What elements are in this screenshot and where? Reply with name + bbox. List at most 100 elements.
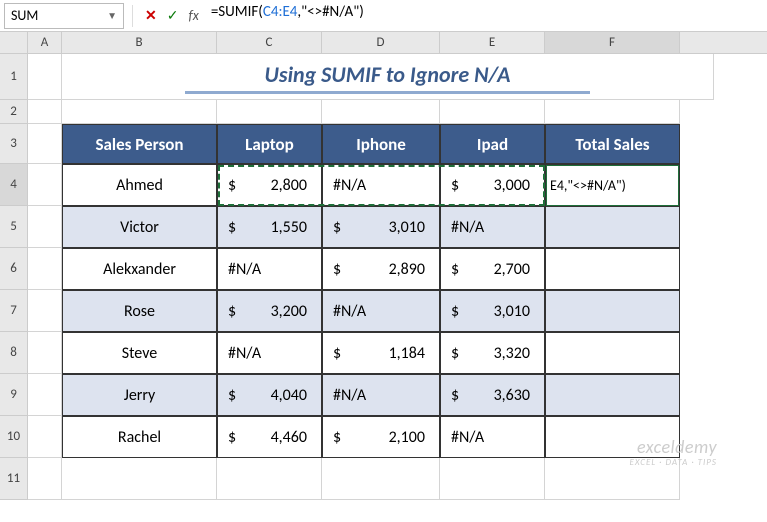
cell-iphone-7[interactable]: #N/A [322,290,440,332]
formula-range-ref: C4:E4 [263,3,298,21]
chevron-down-icon[interactable]: ▼ [107,9,117,22]
cell-D11[interactable] [322,458,440,500]
row-header-4[interactable]: 4 [0,164,27,206]
formula-text-prefix: =SUMIF( [211,3,263,21]
cell-C11[interactable] [217,458,322,500]
formula-input[interactable]: =SUMIF(C4:E4,"<>#N/A") [203,3,767,29]
table-row: Jerry$4,040#N/A$3,630 [28,374,767,416]
cell-ipad-6[interactable]: $2,700 [440,248,545,290]
watermark: exceldemy EXCEL · DATA · TIPS [629,438,717,468]
cell-laptop-5[interactable]: $1,550 [217,206,322,248]
cell-laptop-8[interactable]: #N/A [217,332,322,374]
cell-A7[interactable] [28,290,62,332]
col-header-E[interactable]: E [440,32,545,53]
cell-total-7[interactable] [545,290,680,332]
col-header-A[interactable]: A [28,32,62,53]
cell-person-9[interactable]: Jerry [62,374,217,416]
row-header-7[interactable]: 7 [0,290,27,332]
header-ipad[interactable]: Ipad [440,124,545,164]
cell-laptop-9[interactable]: $4,040 [217,374,322,416]
header-total-sales[interactable]: Total Sales [545,124,680,164]
cell-C2[interactable] [217,100,322,124]
col-header-C[interactable]: C [217,32,322,53]
col-header-F[interactable]: F [545,32,680,53]
cell-iphone-9[interactable]: #N/A [322,374,440,416]
cell-laptop-10[interactable]: $4,460 [217,416,322,458]
cell-ipad-8[interactable]: $3,320 [440,332,545,374]
page-title: Using SUMIF to Ignore N/A [185,59,591,94]
title-cell[interactable]: Using SUMIF to Ignore N/A [62,54,714,100]
row-header-col: 1 2 3 4 5 6 7 8 9 10 11 [0,54,28,500]
cell-laptop-4[interactable]: $2,800 [217,164,322,206]
cell-total-5[interactable] [545,206,680,248]
cell-A4[interactable] [28,164,62,206]
cell-person-6[interactable]: Alekxander [62,248,217,290]
col-header-B[interactable]: B [62,32,217,53]
cell-ipad-10[interactable]: #N/A [440,416,545,458]
active-cell-F4[interactable]: E4,"<>#N/A") [546,165,679,206]
cell-B2[interactable] [62,100,217,124]
cell-A8[interactable] [28,332,62,374]
row-header-1[interactable]: 1 [0,54,27,100]
row-header-2[interactable]: 2 [0,100,27,124]
row-2 [28,100,767,124]
header-laptop[interactable]: Laptop [217,124,322,164]
name-box[interactable]: SUM ▼ [4,3,124,29]
cell-A9[interactable] [28,374,62,416]
table-row: Victor$1,550$3,010#N/A [28,206,767,248]
row-header-3[interactable]: 3 [0,124,27,164]
row-1: Using SUMIF to Ignore N/A [28,54,767,100]
cell-A5[interactable] [28,206,62,248]
cell-A11[interactable] [28,458,62,500]
row-header-10[interactable]: 10 [0,416,27,458]
cell-area[interactable]: Using SUMIF to Ignore N/A Sales Person L… [28,54,767,500]
cell-F2[interactable] [545,100,680,124]
fx-icon[interactable]: fx [188,7,198,24]
grid: 1 2 3 4 5 6 7 8 9 10 11 Using SUMIF to I… [0,54,767,500]
row-header-11[interactable]: 11 [0,458,27,500]
cell-iphone-5[interactable]: $3,010 [322,206,440,248]
cell-ipad-4[interactable]: $3,000 [440,164,545,206]
cell-iphone-8[interactable]: $1,184 [322,332,440,374]
cell-ipad-5[interactable]: #N/A [440,206,545,248]
separator [132,5,133,27]
cell-A1[interactable] [28,54,62,100]
row-header-5[interactable]: 5 [0,206,27,248]
col-header-D[interactable]: D [322,32,440,53]
select-all-triangle[interactable] [0,32,28,53]
cell-person-10[interactable]: Rachel [62,416,217,458]
cell-person-7[interactable]: Rose [62,290,217,332]
cell-total-8[interactable] [545,332,680,374]
cell-total-6[interactable] [545,248,680,290]
cell-person-5[interactable]: Victor [62,206,217,248]
cell-person-8[interactable]: Steve [62,332,217,374]
cell-laptop-6[interactable]: #N/A [217,248,322,290]
cell-A3[interactable] [28,124,62,164]
cell-total-9[interactable] [545,374,680,416]
cell-A10[interactable] [28,416,62,458]
cell-iphone-4[interactable]: #N/A [322,164,440,206]
row-header-6[interactable]: 6 [0,248,27,290]
cell-laptop-7[interactable]: $3,200 [217,290,322,332]
header-sales-person[interactable]: Sales Person [62,124,217,164]
row-header-9[interactable]: 9 [0,374,27,416]
formula-bar-buttons: ✕ ✓ fx [141,7,203,24]
header-iphone[interactable]: Iphone [322,124,440,164]
column-header-row: A B C D E F [0,32,767,54]
cell-A6[interactable] [28,248,62,290]
cell-B11[interactable] [62,458,217,500]
cell-person-4[interactable]: Ahmed [62,164,217,206]
cell-iphone-6[interactable]: $2,890 [322,248,440,290]
cell-iphone-10[interactable]: $2,100 [322,416,440,458]
confirm-icon[interactable]: ✓ [167,7,179,24]
cancel-icon[interactable]: ✕ [145,7,157,24]
cell-ipad-7[interactable]: $3,010 [440,290,545,332]
row-header-8[interactable]: 8 [0,332,27,374]
cell-E11[interactable] [440,458,545,500]
row-3: Sales Person Laptop Iphone Ipad Total Sa… [28,124,767,164]
cell-ipad-9[interactable]: $3,630 [440,374,545,416]
watermark-tagline: EXCEL · DATA · TIPS [629,458,717,468]
cell-D2[interactable] [322,100,440,124]
cell-E2[interactable] [440,100,545,124]
cell-A2[interactable] [28,100,62,124]
